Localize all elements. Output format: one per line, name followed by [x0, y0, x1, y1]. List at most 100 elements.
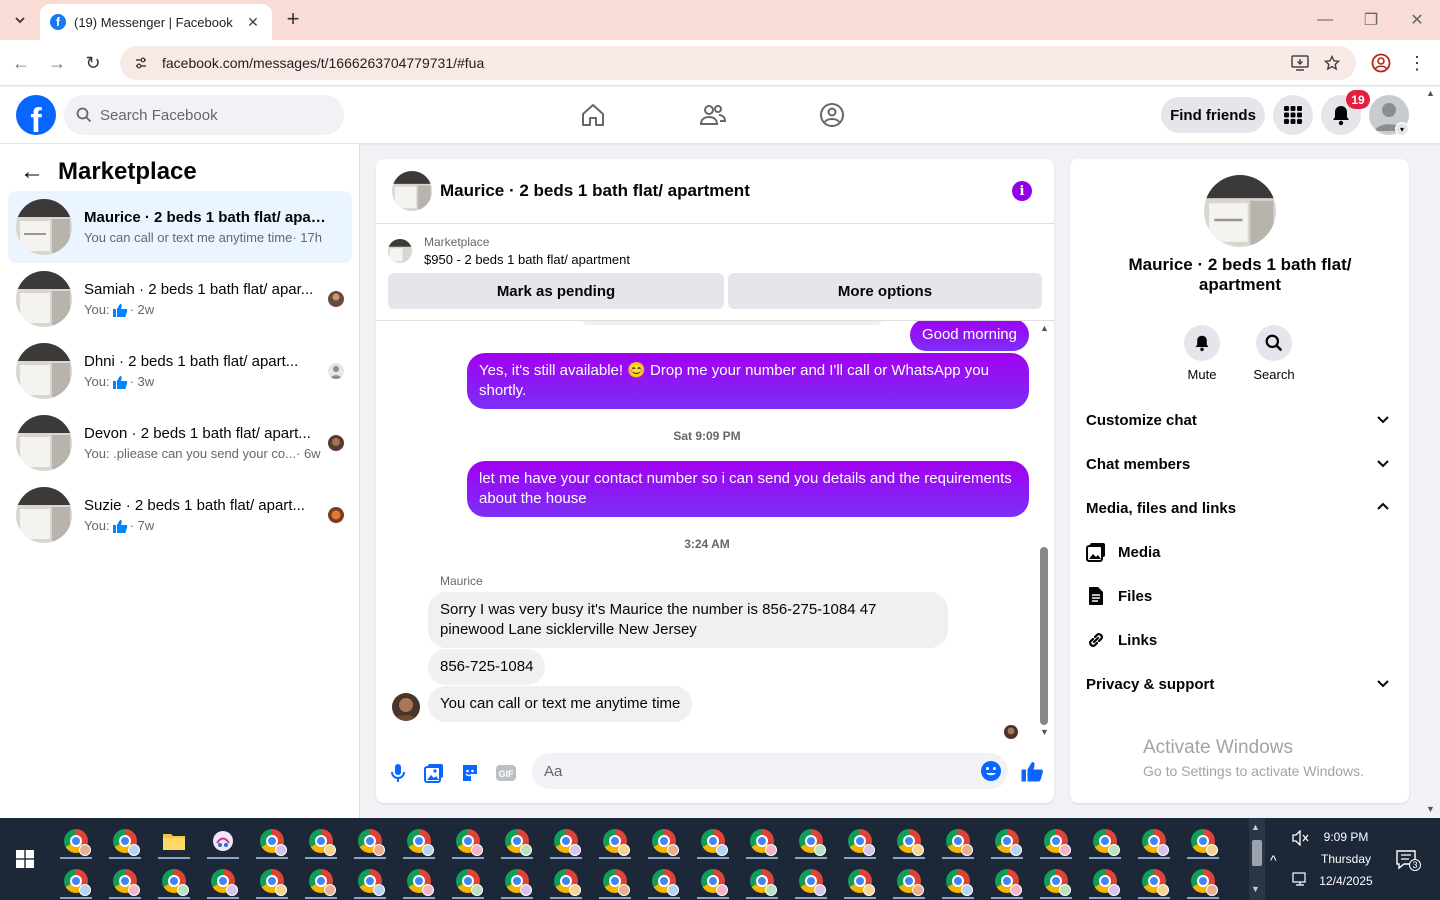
- omnibox[interactable]: facebook.com/messages/t/1666263704779731…: [120, 46, 1356, 80]
- groups-nav-icon[interactable]: [812, 97, 852, 133]
- taskbar-app-icon[interactable]: [299, 862, 343, 900]
- taskbar-app-icon[interactable]: [642, 862, 686, 900]
- taskbar-app-icon[interactable]: [54, 862, 98, 900]
- links-row[interactable]: Links: [1086, 618, 1398, 662]
- taskbar-app-icon[interactable]: [446, 862, 490, 900]
- taskbar-app-icon[interactable]: [593, 822, 637, 860]
- conversation-item-samiah[interactable]: Samiah · 2 beds 1 bath flat/ apar... You…: [8, 263, 352, 335]
- gif-icon[interactable]: GIF: [494, 761, 518, 785]
- search-action[interactable]: Search: [1244, 325, 1304, 382]
- taskbar-app-icon[interactable]: [936, 822, 980, 860]
- mark-as-pending-button[interactable]: Mark as pending: [388, 273, 724, 309]
- media-row[interactable]: Media: [1086, 530, 1398, 574]
- taskbar-app-icon[interactable]: [348, 862, 392, 900]
- listing-summary[interactable]: Marketplace $950 - 2 beds 1 bath flat/ a…: [388, 235, 630, 267]
- taskbar-app-icon[interactable]: [838, 822, 882, 860]
- tab-close-icon[interactable]: ✕: [244, 14, 262, 31]
- browser-tab[interactable]: f (19) Messenger | Facebook ✕: [40, 4, 272, 40]
- taskbar-app-icon[interactable]: [838, 862, 882, 900]
- page-scroll-up-arrow[interactable]: ▲: [1426, 88, 1435, 98]
- taskbar-app-icon[interactable]: [495, 862, 539, 900]
- media-files-links-row[interactable]: Media, files and links: [1086, 486, 1398, 530]
- conversation-item-maurice[interactable]: Maurice · 2 beds 1 bath flat/ apart... Y…: [8, 191, 352, 263]
- taskbar-app-icon[interactable]: [887, 862, 931, 900]
- taskbar-app-icon[interactable]: [1181, 822, 1225, 860]
- taskbar-app-icon[interactable]: [1034, 862, 1078, 900]
- taskbar-app-icon[interactable]: [152, 862, 196, 900]
- taskbar-app-icon[interactable]: [740, 822, 784, 860]
- customize-chat-row[interactable]: Customize chat: [1086, 398, 1398, 442]
- scroll-up-arrow[interactable]: ▲: [1040, 323, 1049, 333]
- taskbar-app-icon[interactable]: [495, 822, 539, 860]
- clock-time[interactable]: 9:09 PM: [1314, 830, 1378, 844]
- start-button[interactable]: [0, 818, 50, 900]
- taskbar-app-icon[interactable]: [54, 822, 98, 860]
- microphone-icon[interactable]: [386, 761, 410, 785]
- taskbar-app-icon[interactable]: [103, 862, 147, 900]
- profile-icon[interactable]: [1368, 50, 1394, 76]
- chat-listing-thumbnail[interactable]: [392, 171, 432, 211]
- taskbar-app-icon[interactable]: [789, 862, 833, 900]
- show-hidden-icons-chevron[interactable]: ^: [1270, 852, 1277, 868]
- menu-grid-button[interactable]: [1273, 95, 1313, 135]
- emoji-icon[interactable]: [980, 760, 1002, 786]
- taskbar-app-icon[interactable]: [250, 862, 294, 900]
- find-friends-button[interactable]: Find friends: [1161, 97, 1265, 133]
- account-caret-icon[interactable]: ▾: [1395, 122, 1409, 136]
- taskbar-app-icon[interactable]: [397, 822, 441, 860]
- forward-button[interactable]: →: [44, 50, 70, 76]
- taskbar-app-icon[interactable]: [152, 822, 196, 860]
- site-info-icon[interactable]: [132, 54, 150, 72]
- network-icon[interactable]: [1292, 872, 1310, 891]
- facebook-logo[interactable]: f: [16, 95, 56, 135]
- taskbar-app-icon[interactable]: [1181, 862, 1225, 900]
- taskbar-app-icon[interactable]: [1132, 862, 1176, 900]
- scroll-down-arrow[interactable]: ▼: [1040, 727, 1049, 737]
- install-app-icon[interactable]: [1286, 46, 1314, 80]
- taskbar-app-icon[interactable]: [691, 862, 735, 900]
- bell-icon[interactable]: [1184, 325, 1220, 361]
- taskbar-app-icon[interactable]: [593, 862, 637, 900]
- taskbar-app-icon[interactable]: [446, 822, 490, 860]
- taskbar-app-icon[interactable]: [642, 822, 686, 860]
- taskbar-app-icon[interactable]: [887, 822, 931, 860]
- taskbar-app-icon[interactable]: [299, 822, 343, 860]
- taskbar-scrollbar[interactable]: ▲ ▼: [1249, 818, 1265, 900]
- taskbar-app-icon[interactable]: [544, 822, 588, 860]
- taskbar-app-icon[interactable]: [1034, 822, 1078, 860]
- files-row[interactable]: Files: [1086, 574, 1398, 618]
- message-input[interactable]: Aa: [532, 753, 1008, 789]
- taskbar-app-icon[interactable]: [250, 822, 294, 860]
- taskbar-app-icon[interactable]: [201, 862, 245, 900]
- taskbar-app-icon[interactable]: [1132, 822, 1176, 860]
- taskbar-app-icon[interactable]: [789, 822, 833, 860]
- taskbar-app-icon[interactable]: [103, 822, 147, 860]
- restore-button[interactable]: ❐: [1348, 0, 1394, 40]
- taskbar-app-icon[interactable]: [1083, 862, 1127, 900]
- taskbar-app-icon[interactable]: [936, 862, 980, 900]
- conversation-item-devon[interactable]: Devon · 2 beds 1 bath flat/ apart... You…: [8, 407, 352, 479]
- send-like-icon[interactable]: [1020, 759, 1044, 783]
- sender-avatar[interactable]: [392, 693, 420, 721]
- taskbar-app-icon[interactable]: [544, 862, 588, 900]
- details-listing-photo[interactable]: [1204, 175, 1276, 247]
- reload-button[interactable]: ↻: [80, 50, 106, 76]
- page-scroll-down-arrow[interactable]: ▼: [1426, 804, 1435, 814]
- taskbar-app-icon[interactable]: [985, 822, 1029, 860]
- chat-title[interactable]: Maurice · 2 beds 1 bath flat/ apartment: [440, 181, 750, 201]
- taskbar-app-icon[interactable]: [691, 822, 735, 860]
- info-icon[interactable]: i: [1012, 181, 1032, 201]
- taskbar-app-icon[interactable]: [985, 862, 1029, 900]
- chat-scrollbar[interactable]: [1040, 547, 1048, 725]
- friends-nav-icon[interactable]: [693, 97, 733, 133]
- chat-members-row[interactable]: Chat members: [1086, 442, 1398, 486]
- minimize-button[interactable]: —: [1302, 0, 1348, 40]
- photo-icon[interactable]: [422, 761, 446, 785]
- back-arrow-icon[interactable]: ←: [20, 158, 44, 186]
- volume-muted-icon[interactable]: [1292, 829, 1310, 849]
- facebook-search-input[interactable]: Search Facebook: [64, 95, 344, 135]
- sticker-icon[interactable]: [458, 761, 482, 785]
- search-icon[interactable]: [1256, 325, 1292, 361]
- bookmark-star-icon[interactable]: [1318, 46, 1346, 80]
- taskbar-app-icon[interactable]: [201, 822, 245, 860]
